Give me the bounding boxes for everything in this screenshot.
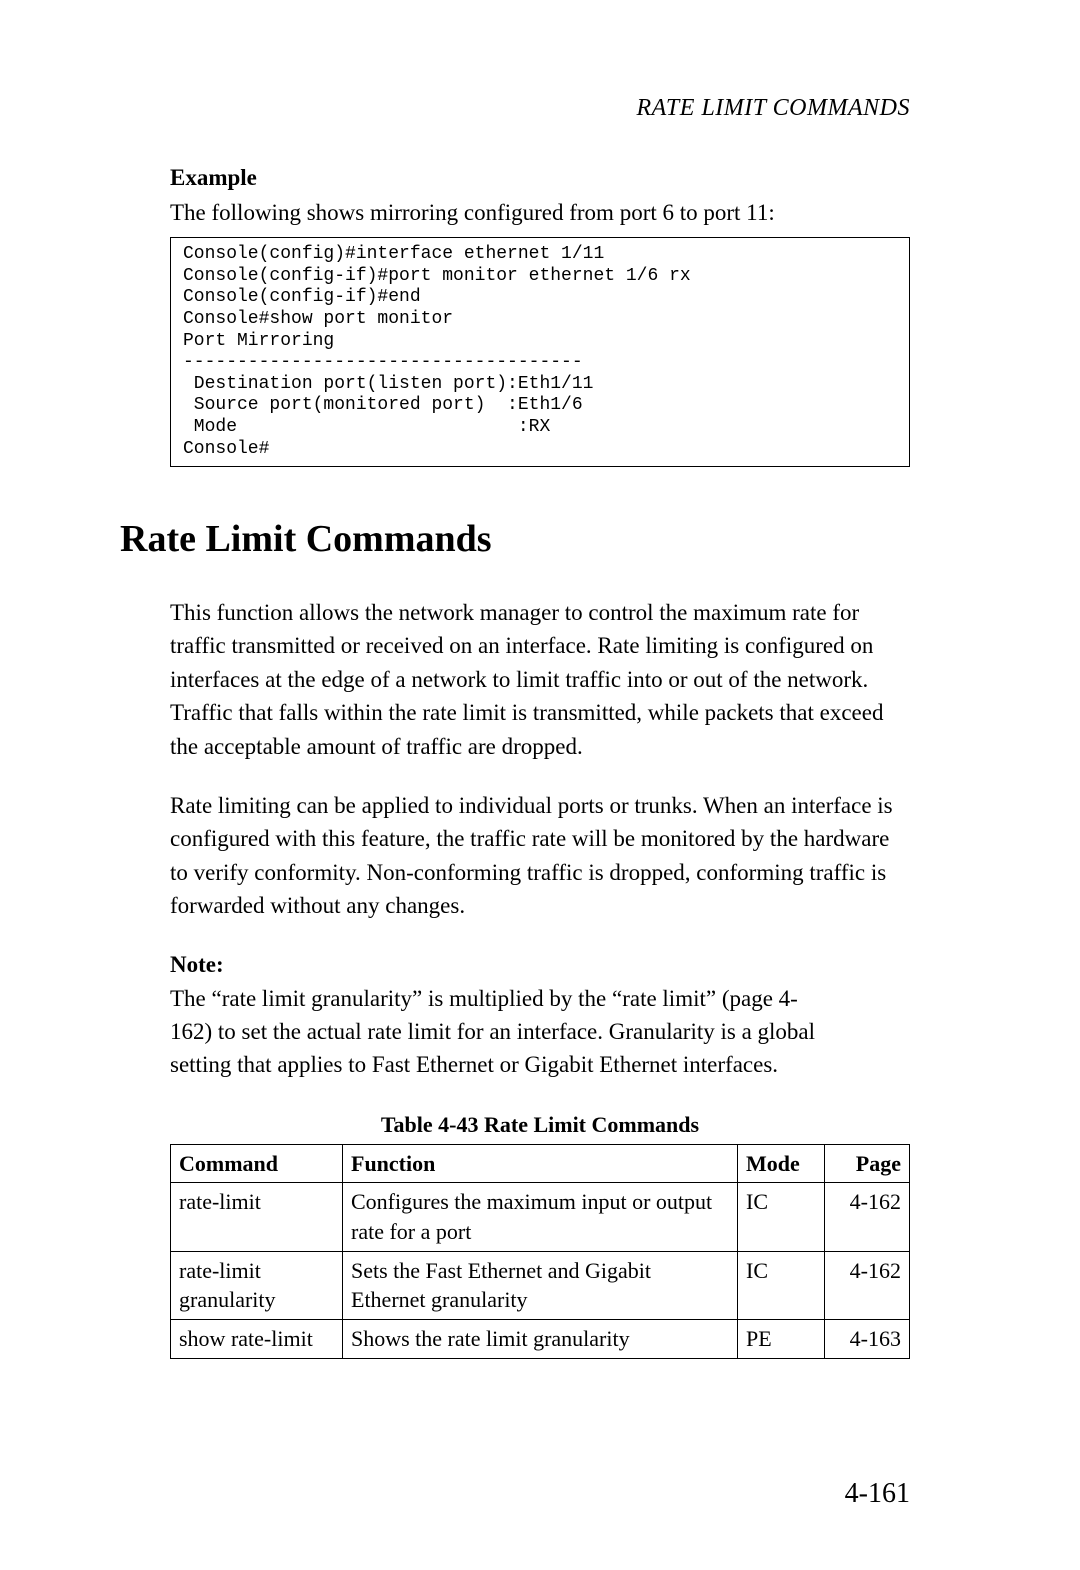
cell-function: Shows the rate limit granularity — [343, 1320, 738, 1359]
cell-page: 4-162 — [825, 1183, 910, 1251]
cell-page: 4-162 — [825, 1251, 910, 1319]
table-header-row: Command Function Mode Page — [171, 1144, 910, 1183]
rate-limit-table: Command Function Mode Page rate-limit Co… — [170, 1144, 910, 1359]
table-caption: Table 4-43 Rate Limit Commands — [170, 1112, 910, 1138]
table-row: rate-limit granularity Sets the Fast Eth… — [171, 1251, 910, 1319]
cell-command: rate-limit — [171, 1183, 343, 1251]
cell-mode: IC — [738, 1251, 825, 1319]
cell-mode: PE — [738, 1320, 825, 1359]
section-heading: Rate Limit Commands — [120, 517, 910, 561]
page-number: 4-161 — [845, 1478, 910, 1510]
cell-page: 4-163 — [825, 1320, 910, 1359]
note-text: The “rate limit granularity” is multipli… — [170, 982, 835, 1082]
table-header-function: Function — [343, 1144, 738, 1183]
example-intro: The following shows mirroring configured… — [170, 197, 910, 229]
note-block: Note: The “rate limit granularity” is mu… — [170, 948, 910, 1081]
cell-mode: IC — [738, 1183, 825, 1251]
paragraph-1: This function allows the network manager… — [170, 596, 910, 763]
table-header-page: Page — [825, 1144, 910, 1183]
code-block: Console(config)#interface ethernet 1/11 … — [170, 237, 910, 467]
note-label: Note: — [170, 948, 240, 981]
table-header-mode: Mode — [738, 1144, 825, 1183]
table-row: rate-limit Configures the maximum input … — [171, 1183, 910, 1251]
paragraph-2: Rate limiting can be applied to individu… — [170, 789, 910, 922]
cell-command: show rate-limit — [171, 1320, 343, 1359]
cell-function: Configures the maximum input or output r… — [343, 1183, 738, 1251]
running-header: RATE LIMIT COMMANDS — [637, 95, 911, 122]
table-row: show rate-limit Shows the rate limit gra… — [171, 1320, 910, 1359]
cell-function: Sets the Fast Ethernet and Gigabit Ether… — [343, 1251, 738, 1319]
table-header-command: Command — [171, 1144, 343, 1183]
page-content: Example The following shows mirroring co… — [120, 165, 910, 1359]
example-heading: Example — [170, 165, 910, 191]
cell-command: rate-limit granularity — [171, 1251, 343, 1319]
